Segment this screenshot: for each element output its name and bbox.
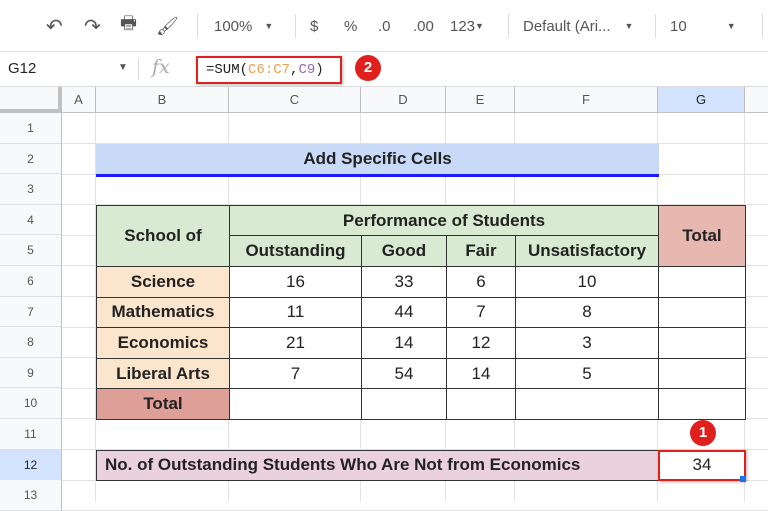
total-cell[interactable] bbox=[229, 388, 362, 420]
subheader-fair: Fair bbox=[446, 235, 516, 267]
subheader-outstanding: Outstanding bbox=[229, 235, 362, 267]
row-header-8[interactable]: 8 bbox=[0, 327, 62, 358]
row-header-2[interactable]: 2 bbox=[0, 143, 62, 175]
more-formats-button[interactable]: 123 ▼ bbox=[450, 14, 484, 38]
data-cell[interactable]: 54 bbox=[361, 357, 447, 390]
fill-handle[interactable] bbox=[740, 476, 746, 483]
font-size-select[interactable]: 10 ▼ bbox=[670, 14, 736, 38]
total-cell[interactable] bbox=[658, 357, 746, 390]
formula-ref1: C6:C7 bbox=[248, 62, 291, 78]
select-all-corner[interactable] bbox=[0, 87, 62, 113]
row-header-10[interactable]: 10 bbox=[0, 388, 62, 419]
row-header-4[interactable]: 4 bbox=[0, 204, 62, 236]
data-cell[interactable]: 12 bbox=[446, 327, 516, 359]
fx-icon: fx bbox=[152, 56, 170, 78]
row-header-3[interactable]: 3 bbox=[0, 174, 62, 205]
undo-icon[interactable]: ↶ bbox=[46, 14, 63, 38]
total-cell[interactable] bbox=[658, 266, 746, 298]
column-header-C[interactable]: C bbox=[229, 87, 361, 113]
increase-decimal-button[interactable]: .00 bbox=[413, 14, 434, 38]
chevron-down-icon[interactable]: ▼ bbox=[118, 62, 128, 73]
font-size-value: 10 bbox=[670, 17, 687, 35]
row-header-9[interactable]: 9 bbox=[0, 357, 62, 389]
currency-button[interactable]: $ bbox=[310, 14, 318, 38]
data-cell[interactable]: 44 bbox=[361, 296, 447, 329]
name-box[interactable]: G12 bbox=[8, 60, 36, 77]
column-header-E[interactable]: E bbox=[446, 87, 515, 113]
data-cell[interactable]: 6 bbox=[446, 266, 516, 298]
row-label: Liberal Arts bbox=[96, 357, 230, 390]
total-row-label: Total bbox=[96, 388, 230, 420]
data-cell[interactable]: 5 bbox=[515, 357, 659, 390]
total-cell[interactable] bbox=[658, 327, 746, 359]
font-value: Default (Ari... bbox=[523, 17, 611, 35]
sheet-title: Add Specific Cells bbox=[96, 143, 659, 177]
redo-icon[interactable]: ↷ bbox=[84, 14, 101, 38]
step-2-badge: 2 bbox=[355, 55, 381, 81]
header-total: Total bbox=[658, 204, 746, 267]
data-cell[interactable]: 14 bbox=[361, 327, 447, 359]
column-header-B[interactable]: B bbox=[96, 87, 229, 113]
data-cell[interactable]: 21 bbox=[229, 327, 362, 359]
paint-format-icon[interactable]: 🖌 bbox=[156, 14, 179, 38]
total-cell[interactable] bbox=[361, 388, 447, 420]
total-cell[interactable] bbox=[658, 296, 746, 329]
decrease-decimal-button[interactable]: .0 bbox=[378, 14, 391, 38]
toolbar: ↶ ↷ 🖶 🖌 100% ▼ $ % .0 .00 123 ▼ Default (A… bbox=[0, 0, 768, 52]
formula-prefix: =SUM( bbox=[206, 62, 249, 78]
column-header-G[interactable]: G bbox=[658, 87, 745, 113]
row-header-11[interactable]: 11 bbox=[0, 419, 62, 450]
subheader-good: Good bbox=[361, 235, 447, 267]
zoom-value: 100% bbox=[214, 17, 253, 35]
result-label: No. of Outstanding Students Who Are Not … bbox=[96, 449, 659, 482]
total-cell[interactable] bbox=[446, 388, 516, 420]
data-cell[interactable]: 33 bbox=[361, 266, 447, 298]
data-cell[interactable]: 3 bbox=[515, 327, 659, 359]
step-1-badge: 1 bbox=[690, 420, 716, 446]
data-cell[interactable]: 10 bbox=[515, 266, 659, 298]
column-header-F[interactable]: F bbox=[515, 87, 658, 113]
data-cell[interactable]: 8 bbox=[515, 296, 659, 329]
data-cell[interactable]: 11 bbox=[229, 296, 362, 329]
formula-input[interactable]: =SUM(C6:C7,C9) bbox=[196, 56, 342, 84]
row-label: Mathematics bbox=[96, 296, 230, 329]
data-cell[interactable]: 7 bbox=[446, 296, 516, 329]
column-header-extra[interactable] bbox=[745, 87, 768, 113]
row-header-13[interactable]: 13 bbox=[0, 480, 62, 511]
row-label: Economics bbox=[96, 327, 230, 359]
row-header-1[interactable]: 1 bbox=[0, 113, 62, 144]
zoom-select[interactable]: 100% ▼ bbox=[214, 14, 273, 38]
row-header-6[interactable]: 6 bbox=[0, 266, 62, 297]
data-cell[interactable]: 16 bbox=[229, 266, 362, 298]
row-label: Science bbox=[96, 266, 230, 298]
more-formats-label: 123 bbox=[450, 17, 476, 35]
subheader-unsatisfactory: Unsatisfactory bbox=[515, 235, 659, 267]
data-cell[interactable]: 14 bbox=[446, 357, 516, 390]
row-header-12[interactable]: 12 bbox=[0, 449, 62, 481]
row-header-7[interactable]: 7 bbox=[0, 296, 62, 328]
formula-ref2: C9 bbox=[298, 62, 316, 78]
result-value-cell[interactable]: 34 bbox=[658, 449, 746, 482]
total-cell[interactable] bbox=[515, 388, 659, 420]
column-header-D[interactable]: D bbox=[361, 87, 446, 113]
data-cell[interactable]: 7 bbox=[229, 357, 362, 390]
header-school-of: School of bbox=[96, 204, 230, 267]
formula-bar: G12 ▼ fx =SUM(C6:C7,C9) 2 bbox=[0, 52, 768, 87]
formula-suffix: ) bbox=[315, 62, 324, 78]
column-header-A[interactable]: A bbox=[62, 87, 96, 113]
header-performance: Performance of Students bbox=[229, 204, 659, 237]
percent-button[interactable]: % bbox=[344, 14, 357, 38]
font-select[interactable]: Default (Ari... ▼ bbox=[523, 14, 633, 38]
row-header-5[interactable]: 5 bbox=[0, 235, 62, 266]
total-cell[interactable] bbox=[658, 388, 746, 420]
print-icon[interactable]: 🖶 bbox=[120, 13, 137, 38]
